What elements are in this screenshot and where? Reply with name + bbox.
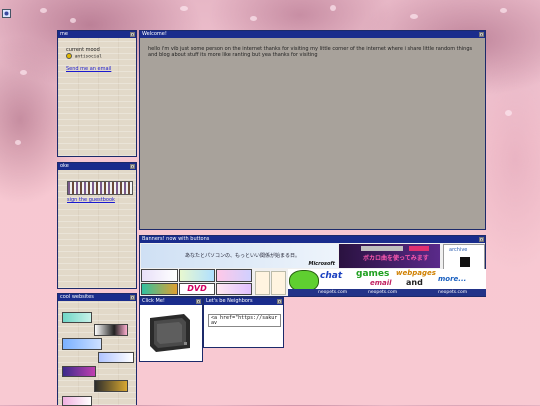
- site-button[interactable]: [141, 283, 178, 295]
- email-label: email: [370, 279, 392, 287]
- websites-titlebar: cool websites x: [58, 294, 136, 301]
- guestbook-titlebar: oke x: [58, 163, 136, 170]
- welcome-window: Welcome! x hello i'm vib just some person…: [139, 30, 486, 230]
- email-link[interactable]: Send me an email: [66, 66, 111, 72]
- website-button[interactable]: [62, 366, 96, 377]
- smiley-icon: [66, 53, 72, 59]
- blossom-petal: [70, 18, 76, 23]
- webpages-label: webpages: [396, 269, 436, 277]
- neopets-url-3: neopets.com: [438, 290, 468, 295]
- close-icon[interactable]: x: [277, 299, 282, 304]
- banners-titlebar: Banners! now with buttons x: [140, 236, 485, 243]
- close-icon[interactable]: x: [479, 237, 484, 242]
- blossom-petal: [180, 6, 188, 11]
- tv-icon[interactable]: [146, 312, 192, 354]
- neighbors-titlebar: Let's be Neighbors x: [204, 298, 283, 305]
- website-button[interactable]: [94, 380, 128, 392]
- site-button[interactable]: [216, 283, 252, 295]
- guestbook-window: oke x sign the guestbook: [57, 162, 137, 289]
- blossom-petal: [505, 110, 512, 116]
- desktop-app-icon[interactable]: [2, 3, 11, 18]
- banners-window: Banners! now with buttons x あなたとパソコンの、もっと…: [139, 235, 486, 297]
- search-banner[interactable]: archive: [443, 244, 485, 270]
- search-banner-text: archive: [449, 247, 468, 253]
- vocaloid-text: ボカロ曲を使ってみます: [363, 255, 429, 262]
- mood-value: antisocial: [74, 54, 102, 60]
- close-icon[interactable]: x: [130, 164, 135, 169]
- neighbors-window: Let's be Neighbors x <a href="https://sak…: [203, 297, 284, 348]
- blossom-petal: [250, 16, 257, 21]
- mood-window-titlebar: me x: [58, 31, 136, 38]
- guestbook-link[interactable]: sign the guestbook: [67, 197, 115, 203]
- blossom-petal: [500, 8, 507, 13]
- cat-face-icon: [255, 271, 270, 295]
- close-icon[interactable]: x: [130, 32, 135, 37]
- chat-label: chat: [320, 271, 343, 281]
- welcome-text: hello i'm vib just some person on the in…: [148, 46, 473, 58]
- mood-value-row: antisocial: [66, 53, 136, 61]
- website-button[interactable]: [98, 352, 134, 363]
- welcome-titlebar: Welcome! x: [140, 31, 485, 38]
- website-button[interactable]: [62, 312, 92, 323]
- website-button[interactable]: [62, 338, 102, 350]
- microsoft-banner[interactable]: あなたとパソコンの、もっといい関係が始まる日。 Microsoft: [141, 244, 338, 268]
- site-button[interactable]: [216, 269, 252, 282]
- window-title: Welcome!: [142, 31, 167, 37]
- microsoft-logo: Microsoft: [308, 261, 335, 267]
- neighbor-code-box[interactable]: <a href="https://sakurav: [208, 314, 281, 327]
- more-label: more...: [438, 275, 467, 283]
- websites-window: cool websites x: [57, 293, 137, 406]
- window-title: Click Me!: [142, 298, 165, 304]
- website-button[interactable]: [94, 324, 128, 336]
- clickme-window: Click Me! x: [139, 297, 203, 362]
- site-button[interactable]: [179, 269, 215, 282]
- close-icon[interactable]: x: [479, 32, 484, 37]
- games-label: games: [356, 269, 390, 279]
- cat-face-icon: [271, 271, 286, 295]
- jp-banner-text: あなたとパソコンの、もっといい関係が始まる日。: [185, 253, 301, 259]
- mood-window: me x current mood antisocial Send me an e…: [57, 30, 137, 157]
- blossom-petal: [20, 70, 27, 75]
- window-title: me: [60, 31, 68, 37]
- window-title: Let's be Neighbors: [206, 298, 253, 304]
- blossom-petal: [330, 5, 336, 11]
- close-icon[interactable]: x: [130, 295, 135, 300]
- dvd-button[interactable]: DVD: [179, 283, 215, 295]
- window-title: cool websites: [60, 294, 94, 300]
- site-button[interactable]: [141, 269, 178, 282]
- neopets-banner[interactable]: chat games email webpages and more... ne…: [288, 269, 486, 296]
- blossom-petal: [40, 8, 47, 13]
- vocaloid-banner[interactable]: ボカロ曲を使ってみます: [339, 244, 440, 268]
- clickme-titlebar: Click Me! x: [140, 298, 202, 305]
- blossom-petal: [410, 14, 418, 19]
- neopets-url-2: neopets.com: [368, 290, 398, 295]
- window-title: Banners! now with buttons: [142, 236, 210, 242]
- blossom-petal: [15, 140, 21, 145]
- close-icon[interactable]: x: [196, 299, 201, 304]
- window-title: oke: [60, 163, 69, 169]
- dvd-label: DVD: [187, 284, 207, 293]
- neopets-url-1: neopets.com: [318, 290, 348, 295]
- and-label: and: [406, 278, 423, 287]
- guestbook-pixel-banner: [67, 181, 133, 195]
